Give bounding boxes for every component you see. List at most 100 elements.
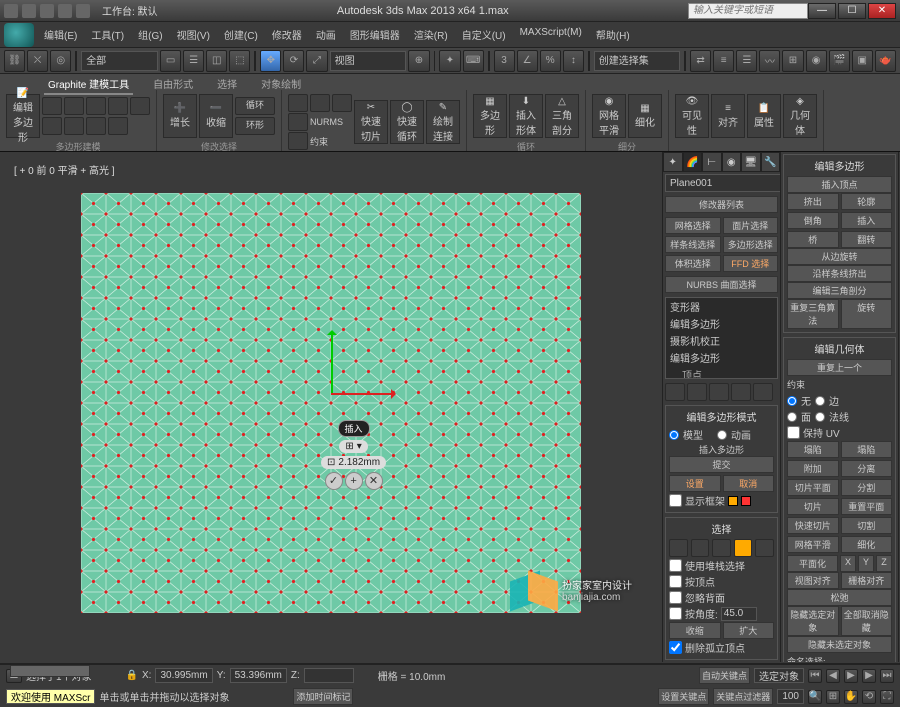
extrude-button[interactable]: 挤出 [787, 193, 839, 210]
shrink-sel-button[interactable]: 收缩 [669, 622, 721, 639]
align-button[interactable]: ≡对齐 [711, 94, 745, 138]
show-cage-check[interactable] [669, 494, 682, 507]
max-viewport-icon[interactable]: ⛶ [880, 690, 894, 704]
flip-button[interactable]: 翻转 [841, 231, 893, 248]
y-coord-field[interactable]: 53.396mm [230, 668, 287, 683]
menu-graph[interactable]: 图形编辑器 [344, 23, 406, 46]
window-crossing-icon[interactable]: ⬚ [229, 50, 250, 72]
slice-plane-button[interactable]: 切片平面 [787, 479, 839, 496]
minimize-button[interactable]: ― [808, 3, 836, 19]
pivot-center-icon[interactable]: ⊕ [408, 50, 429, 72]
menu-help[interactable]: 帮助(H) [590, 23, 636, 46]
select-move-icon[interactable]: ✥ [260, 50, 281, 72]
play-icon[interactable]: ▶ [844, 669, 858, 683]
nurbs-surface-button[interactable]: NURBS 曲面选择 [665, 276, 778, 293]
goto-start-icon[interactable]: ⏮ [808, 669, 822, 683]
ref-coord-dropdown[interactable]: 视图 [330, 51, 407, 71]
render-setup-icon[interactable]: 🎬 [829, 50, 850, 72]
selmode-ffd[interactable]: FFD 选择 [723, 255, 779, 272]
poly-sub4-icon[interactable] [108, 117, 128, 135]
hide-sel-button[interactable]: 隐藏选定对象 [787, 606, 839, 636]
grid-align-button[interactable]: 栅格对齐 [841, 572, 893, 589]
align-icon[interactable]: ≡ [713, 50, 734, 72]
selmode-vol[interactable]: 体积选择 [665, 255, 721, 272]
plane-object[interactable]: 插入 ⊞▾ ⊡2.182mm ✓ + ✕ [81, 193, 581, 613]
collapse-button[interactable]: 塌陷 [787, 441, 839, 458]
planar-x-button[interactable]: X [840, 555, 856, 572]
menu-view[interactable]: 视图(V) [171, 23, 216, 46]
unhide-all-button[interactable]: 全部取消隐藏 [841, 606, 893, 636]
visibility-button[interactable]: 👁可见性 [675, 94, 709, 138]
object-name-field[interactable] [665, 174, 781, 192]
geometry-button[interactable]: ◈几何体 [783, 94, 817, 138]
insert-vertex-button[interactable]: 插入顶点 [787, 176, 892, 193]
edit-c1-icon[interactable] [288, 132, 308, 150]
mode-anim-radio[interactable] [717, 430, 727, 440]
selmode-poly[interactable]: 多边形选择 [723, 236, 779, 253]
quickloop-button[interactable]: ◯快速循环 [390, 100, 424, 144]
layers-icon[interactable]: ☰ [736, 50, 757, 72]
y-axis-icon[interactable] [331, 335, 333, 395]
cancel-button[interactable]: 取消 [723, 475, 775, 492]
menu-render[interactable]: 渲染(R) [408, 23, 454, 46]
app-logo-icon[interactable] [4, 23, 34, 47]
edit-tri-button[interactable]: 编辑三角剖分 [787, 282, 892, 299]
bridge-button[interactable]: 桥 [787, 231, 839, 248]
render-frame-icon[interactable]: ▣ [852, 50, 873, 72]
ribbon-tab-freeform[interactable]: 自由形式 [149, 74, 197, 95]
ignore-back-check[interactable] [669, 591, 682, 604]
sel-polygon-icon[interactable] [734, 539, 753, 557]
con-normal-radio[interactable] [815, 412, 825, 422]
by-vertex-check[interactable] [669, 575, 682, 588]
edge-mode-icon[interactable] [64, 97, 84, 115]
qat-save-icon[interactable] [40, 4, 54, 18]
tab-create-icon[interactable]: ✦ [663, 152, 683, 172]
schematic-icon[interactable]: ⊞ [782, 50, 803, 72]
menu-create[interactable]: 创建(C) [218, 23, 264, 46]
menu-maxscript[interactable]: MAXScript(M) [514, 23, 588, 46]
percent-snap-icon[interactable]: % [540, 50, 561, 72]
add-time-tag-button[interactable]: 添加时间标记 [293, 688, 353, 705]
show-endresult-icon[interactable] [687, 383, 707, 401]
menu-animation[interactable]: 动画 [310, 23, 342, 46]
outline-button[interactable]: 轮廓 [841, 193, 893, 210]
maximize-button[interactable]: ☐ [838, 3, 866, 19]
slice-button[interactable]: 切片 [787, 498, 839, 515]
planarize-button[interactable]: 平面化 [787, 555, 838, 572]
split-button[interactable]: 分割 [841, 479, 893, 496]
manipulate-icon[interactable]: ✦ [439, 50, 460, 72]
inset-button[interactable]: 插入 [841, 212, 893, 229]
qat-redo-icon[interactable] [76, 4, 90, 18]
planar-z-button[interactable]: Z [876, 555, 892, 572]
poly-sub1-icon[interactable] [42, 117, 62, 135]
tab-motion-icon[interactable]: ◉ [722, 152, 742, 172]
polygons-button[interactable]: ▦多边形 [473, 94, 507, 138]
menu-edit[interactable]: 编辑(E) [38, 23, 83, 46]
edit-b1-icon[interactable] [288, 113, 308, 131]
selection-filter-dropdown[interactable]: 全部 [81, 51, 158, 71]
cage-color2[interactable] [741, 496, 751, 506]
insert-button[interactable]: ⬇插入形体 [509, 94, 543, 138]
msmooth-button[interactable]: ◉网格平滑 [592, 94, 626, 138]
tess-button[interactable]: 细化 [841, 536, 893, 553]
caddy-amount-field[interactable]: ⊡2.182mm [321, 456, 386, 469]
poly-sub2-icon[interactable] [64, 117, 84, 135]
mod-editpoly1[interactable]: 编辑多边形 [666, 315, 777, 332]
key-filters-button[interactable]: 关键点过滤器 [713, 688, 773, 705]
settings-button[interactable]: 设置 [669, 475, 721, 492]
time-slider[interactable] [0, 664, 900, 665]
sel-vertex-icon[interactable] [669, 539, 688, 557]
ribbon-tab-paint[interactable]: 对象绘制 [257, 74, 305, 95]
menu-modifiers[interactable]: 修改器 [266, 23, 308, 46]
mirror-icon[interactable]: ⇄ [690, 50, 711, 72]
goto-end-icon[interactable]: ⏭ [880, 669, 894, 683]
mod-morpher[interactable]: 变形器 [666, 298, 777, 315]
tab-modify-icon[interactable]: 🌈 [683, 152, 703, 172]
zoom-icon[interactable]: 🔍 [808, 690, 822, 704]
hide-unsel-button[interactable]: 隐藏未选定对象 [787, 636, 892, 653]
quickslice-button[interactable]: ✂快速切片 [354, 100, 388, 144]
material-editor-icon[interactable]: ◉ [806, 50, 827, 72]
ring-button[interactable]: 环形 [235, 117, 275, 135]
curve-editor-icon[interactable]: 〰 [759, 50, 780, 72]
extrude-spline-button[interactable]: 沿样条线挤出 [787, 265, 892, 282]
